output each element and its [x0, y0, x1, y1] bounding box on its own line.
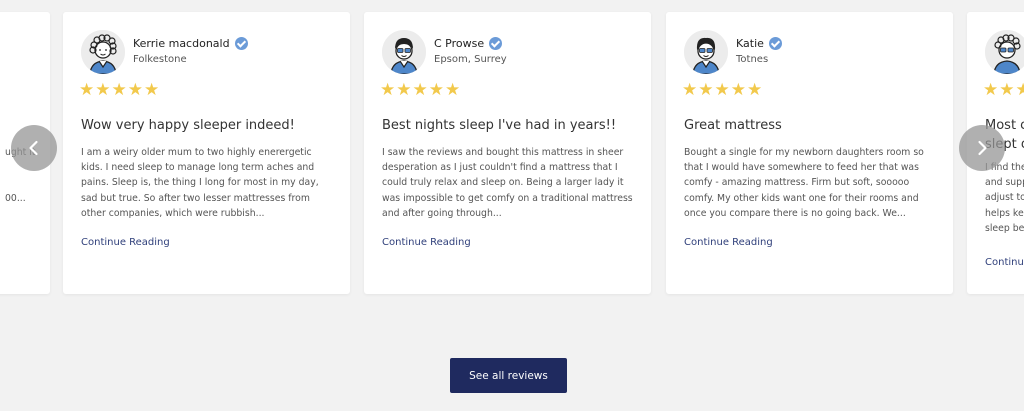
review-title: Great mattress	[684, 118, 782, 133]
review-card: Kerrie macdonald Folkestone ★ ★ ★ ★ ★ Wo…	[63, 12, 350, 294]
review-body-line: and supp	[985, 177, 1024, 189]
star-icon: ★	[747, 80, 763, 100]
see-all-reviews-button[interactable]: See all reviews	[450, 358, 567, 393]
continue-reading-link[interactable]: Continue	[985, 257, 1024, 268]
star-icon: ★	[1015, 80, 1024, 100]
star-rating: ★ ★ ★ ★ ★	[380, 82, 460, 99]
star-icon: ★	[445, 80, 461, 100]
star-icon: ★	[698, 80, 714, 100]
avatar-illustration	[684, 30, 728, 74]
continue-reading-link[interactable]: Continue Reading	[382, 237, 471, 248]
review-card: C Prowse Epsom, Surrey ★ ★ ★ ★ ★ Best ni…	[364, 12, 651, 294]
star-icon: ★	[380, 80, 396, 100]
avatar-illustration	[985, 30, 1024, 74]
star-icon: ★	[412, 80, 428, 100]
star-icon: ★	[428, 80, 444, 100]
review-body-line: sleep be	[985, 222, 1024, 234]
carousel-next-button[interactable]	[959, 125, 1005, 171]
star-icon: ★	[127, 80, 143, 100]
review-card: Katie Totnes ★ ★ ★ ★ ★ Great mattress Bo…	[666, 12, 953, 294]
verified-icon	[768, 37, 782, 50]
review-body-line: adjust to	[985, 192, 1024, 204]
star-icon: ★	[396, 80, 412, 100]
chevron-right-icon	[978, 140, 987, 156]
review-title: Best nights sleep I've had in years!!	[382, 118, 617, 133]
star-icon: ★	[730, 80, 746, 100]
star-icon: ★	[144, 80, 160, 100]
carousel-prev-button[interactable]	[11, 125, 57, 171]
review-body: I am a weiry older mum to two highly ene…	[81, 147, 319, 219]
reviewer-name-row: Kerrie macdonald	[133, 37, 248, 50]
star-icon: ★	[983, 80, 999, 100]
continue-reading-link[interactable]: Continue Reading	[684, 237, 773, 248]
reviewer-name-row: Katie	[736, 37, 782, 50]
chevron-left-icon	[29, 140, 38, 156]
avatar	[81, 30, 125, 74]
reviewer-location: Epsom, Surrey	[434, 54, 507, 65]
star-icon: ★	[79, 80, 95, 100]
reviewer-name: Kerrie macdonald	[133, 37, 230, 50]
review-body: Bought a single for my newborn daughters…	[684, 147, 924, 219]
continue-reading-link[interactable]: Continue Reading	[81, 237, 170, 248]
avatar-illustration	[382, 30, 426, 74]
review-body: I find the and supp adjust to helps ke s…	[985, 160, 1024, 236]
star-rating: ★ ★ ★	[983, 82, 1024, 99]
verified-icon	[234, 37, 248, 50]
review-body-line: helps ke	[985, 207, 1024, 219]
reviewer-location: Totnes	[736, 54, 769, 65]
avatar	[382, 30, 426, 74]
avatar-illustration	[81, 30, 125, 74]
avatar	[985, 30, 1024, 74]
avatar	[684, 30, 728, 74]
verified-icon	[489, 37, 503, 50]
reviewer-name: C Prowse	[434, 37, 485, 50]
reviews-carousel: ught it 00... Kerrie macdonald F	[0, 0, 1024, 411]
star-rating: ★ ★ ★ ★ ★	[79, 82, 159, 99]
star-icon: ★	[111, 80, 127, 100]
star-rating: ★ ★ ★ ★ ★	[682, 82, 762, 99]
star-icon: ★	[999, 80, 1015, 100]
review-title: Wow very happy sleeper indeed!	[81, 118, 295, 133]
reviewer-name-row: C Prowse	[434, 37, 503, 50]
star-icon: ★	[95, 80, 111, 100]
star-icon: ★	[714, 80, 730, 100]
star-icon: ★	[682, 80, 698, 100]
reviewer-name: Katie	[736, 37, 764, 50]
review-body: I saw the reviews and bought this mattre…	[382, 147, 633, 219]
reviewer-location: Folkestone	[133, 54, 187, 65]
